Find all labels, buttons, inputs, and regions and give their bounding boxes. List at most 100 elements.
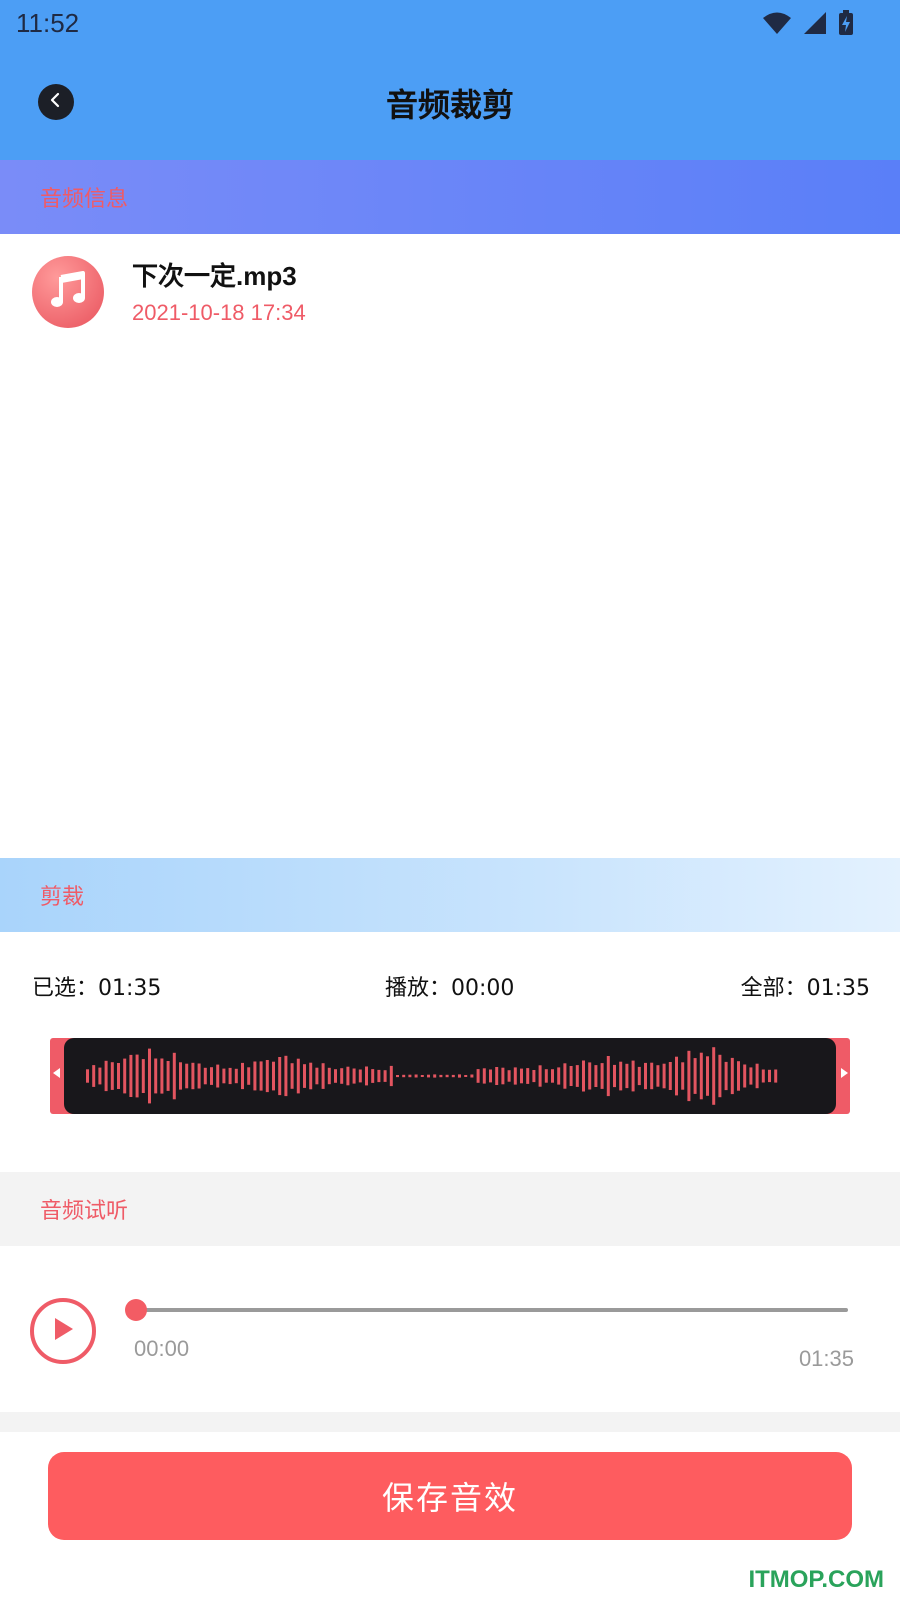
- waveform-bar: [160, 1058, 164, 1094]
- file-avatar: [32, 256, 104, 328]
- waveform-bar: [197, 1063, 201, 1089]
- waveform-bar: [594, 1065, 598, 1087]
- waveform-bar: [730, 1057, 734, 1095]
- waveform-bar: [414, 1074, 418, 1078]
- waveform-bar: [216, 1064, 220, 1088]
- waveform-bar: [117, 1063, 120, 1089]
- section-header-trim: 剪裁: [0, 858, 900, 932]
- waveform-bar: [352, 1068, 356, 1084]
- waveform-bar: [637, 1066, 641, 1086]
- waveform-bar: [588, 1062, 592, 1090]
- waveform-bar: [650, 1062, 654, 1090]
- waveform-bar: [234, 1068, 238, 1084]
- waveform-bar: [693, 1058, 697, 1094]
- waveform-bar: [253, 1061, 257, 1091]
- section-header-info: 音频信息: [0, 160, 900, 234]
- waveform-bar: [495, 1067, 499, 1085]
- waveform-bar: [321, 1063, 325, 1089]
- waveform-bar: [358, 1069, 362, 1083]
- waveform-bar: [774, 1069, 778, 1083]
- waveform-bar: [365, 1066, 368, 1086]
- waveform-bar: [551, 1069, 554, 1083]
- waveform-bar: [538, 1065, 542, 1087]
- play-button[interactable]: [30, 1298, 96, 1364]
- waveform-bar: [154, 1058, 158, 1094]
- waveform-bar: [104, 1060, 108, 1092]
- playing-position: 播放：00:00: [385, 976, 515, 1001]
- waveform-bar: [557, 1067, 561, 1085]
- total-time: 01:35: [798, 1346, 854, 1371]
- waveform-bar: [334, 1069, 337, 1083]
- waveform-bar: [482, 1068, 486, 1084]
- status-icons: [762, 10, 854, 40]
- waveform-bar: [98, 1067, 102, 1085]
- waveform-bar: [296, 1058, 300, 1094]
- waveform-bar: [346, 1066, 350, 1086]
- waveform-bar: [656, 1065, 660, 1087]
- waveform-bar: [92, 1065, 96, 1087]
- waveform-bar: [433, 1074, 437, 1078]
- status-time: 11:52: [16, 8, 80, 38]
- section-title-info: 音频信息: [40, 187, 129, 212]
- waveform-bar: [179, 1062, 182, 1090]
- waveform-bar: [290, 1063, 294, 1089]
- waveform-bar: [749, 1067, 753, 1085]
- waveform-bar: [520, 1068, 523, 1084]
- waveform-bar: [110, 1062, 114, 1090]
- waveform-bar: [228, 1067, 232, 1085]
- waveform-bar: [135, 1054, 139, 1098]
- waveform-bar: [501, 1067, 505, 1085]
- waveform-bar: [544, 1069, 548, 1083]
- trim-handle-right[interactable]: [841, 1068, 848, 1078]
- waveform-bar: [420, 1075, 424, 1077]
- waveform-bar: [148, 1048, 151, 1104]
- waveform-bar: [489, 1069, 492, 1083]
- waveform-bar: [86, 1069, 89, 1083]
- waveform-bar: [470, 1074, 474, 1078]
- waveform-bar: [284, 1055, 288, 1097]
- save-button[interactable]: 保存音效: [48, 1452, 852, 1540]
- waveform-bar: [371, 1069, 375, 1083]
- waveform-bar: [327, 1067, 331, 1085]
- progress-thumb[interactable]: [125, 1299, 147, 1321]
- waveform-bar: [569, 1066, 573, 1086]
- waveform-bar: [644, 1062, 647, 1090]
- file-name: 下次一定.mp3: [132, 261, 297, 291]
- divider: [0, 1412, 900, 1432]
- signal-icon: [802, 11, 828, 39]
- waveform: [86, 1047, 778, 1105]
- waveform-bar: [445, 1074, 449, 1078]
- waveform-bar: [718, 1054, 722, 1098]
- waveform-bar: [513, 1067, 517, 1085]
- waveform-bar: [743, 1064, 747, 1088]
- waveform-bar: [706, 1056, 709, 1096]
- waveform-bar: [129, 1054, 133, 1097]
- waveform-bar: [451, 1074, 455, 1078]
- waveform-bar: [172, 1052, 176, 1100]
- waveform-bar: [259, 1061, 263, 1091]
- waveform-bar: [675, 1056, 678, 1096]
- section-title-preview: 音频试听: [40, 1199, 129, 1224]
- waveform-bar: [210, 1067, 213, 1085]
- waveform-bar: [123, 1058, 127, 1094]
- waveform-bar: [191, 1062, 195, 1090]
- waveform-bar: [389, 1065, 393, 1087]
- progress-track[interactable]: [132, 1308, 848, 1312]
- waveform-bar: [619, 1061, 623, 1091]
- selected-duration: 已选：01:35: [32, 976, 162, 1001]
- waveform-bar: [507, 1070, 511, 1082]
- page-title: 音频裁剪: [385, 86, 514, 124]
- waveform-bar: [247, 1067, 251, 1085]
- waveform-bar: [768, 1069, 771, 1083]
- waveform-bar: [631, 1060, 635, 1092]
- waveform-bar: [600, 1063, 604, 1089]
- battery-charging-icon: [838, 10, 854, 40]
- waveform-bar: [458, 1074, 461, 1078]
- play-icon: [50, 1315, 76, 1347]
- waveform-bar: [272, 1061, 275, 1091]
- waveform-bar: [476, 1069, 480, 1083]
- trim-handle-left[interactable]: [53, 1068, 60, 1078]
- waveform-bar: [563, 1063, 567, 1089]
- waveform-bar: [402, 1074, 406, 1078]
- watermark: ITMOP.COM: [748, 1566, 884, 1593]
